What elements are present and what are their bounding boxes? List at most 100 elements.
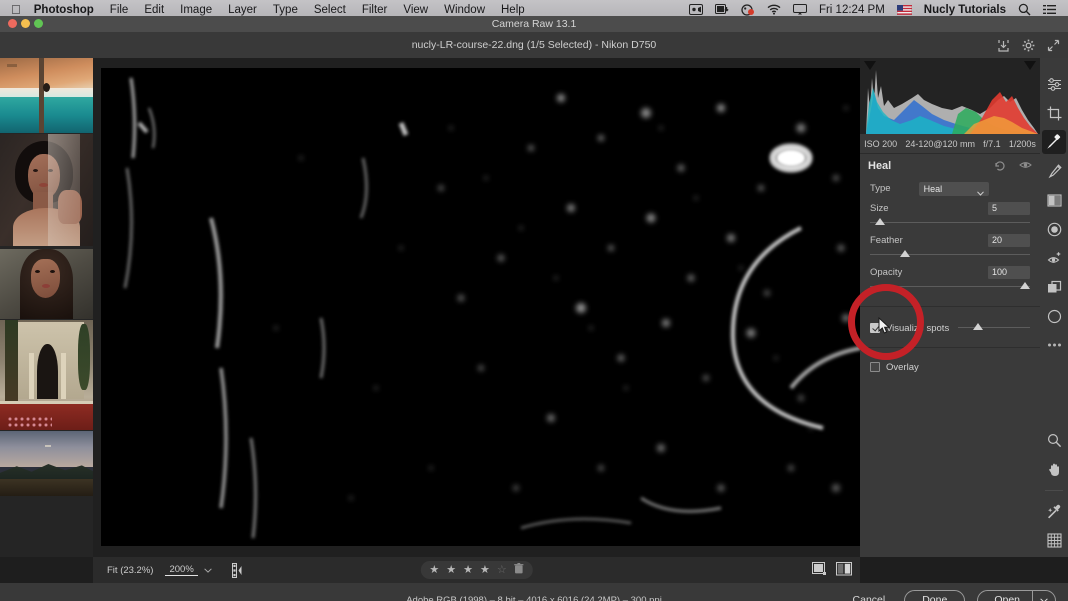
overlay-row: Overlay	[860, 358, 1040, 376]
heal-panel: Heal Type Heal Size 5 Feather 20 Opacity…	[860, 154, 1040, 557]
toggle-visibility-eye-icon[interactable]	[1019, 159, 1032, 174]
rating-stars[interactable]: ★ ★ ★ ★ ☆	[420, 561, 533, 579]
histogram[interactable]	[860, 58, 1040, 134]
control-center-icon[interactable]	[1037, 4, 1062, 15]
view-mode-group	[812, 561, 852, 579]
edit-sliders-tool[interactable]	[1042, 72, 1066, 96]
size-slider[interactable]	[870, 218, 1030, 228]
preferences-gear-icon[interactable]	[1022, 39, 1035, 52]
shadow-clipping-icon[interactable]	[864, 61, 876, 70]
star-2[interactable]: ★	[446, 564, 456, 577]
size-value-field[interactable]: 5	[988, 201, 1030, 215]
grid-overlay-tool[interactable]	[1042, 528, 1066, 552]
close-button[interactable]	[8, 19, 17, 28]
chevron-down-icon[interactable]	[198, 565, 218, 576]
us-flag-icon[interactable]	[891, 4, 918, 15]
thumbnail-classical-building[interactable]	[0, 320, 93, 430]
zoom-level-label[interactable]: 200%	[165, 564, 198, 576]
apple-logo-icon[interactable]: 	[11, 3, 21, 16]
opacity-row: Opacity 100	[860, 262, 1040, 282]
star-3[interactable]: ★	[463, 564, 473, 577]
footer-bar: Adobe RGB (1998) – 8 bit – 4016 x 6016 (…	[0, 583, 1068, 601]
visualize-spots-row: Visualize spots	[860, 319, 1040, 337]
zoom-button[interactable]	[34, 19, 43, 28]
visualize-spots-canvas[interactable]	[101, 68, 860, 546]
filmstrip-icon[interactable]	[231, 562, 246, 578]
image-preview-area[interactable]	[93, 58, 860, 557]
star-1[interactable]: ★	[429, 564, 439, 577]
camera-raw-header: nucly-LR-course-22.dng (1/5 Selected) - …	[0, 32, 1068, 58]
thumbnail-aerial-beach[interactable]	[0, 58, 93, 133]
size-row: Size 5	[860, 198, 1040, 218]
opacity-value-field[interactable]: 100	[988, 265, 1030, 279]
overlay-checkbox[interactable]	[870, 362, 880, 372]
open-button[interactable]: Open	[978, 591, 1032, 601]
exif-shutter: 1/200s	[1008, 138, 1036, 149]
opacity-label: Opacity	[870, 266, 903, 278]
spot-visualization-render	[101, 68, 860, 546]
visualize-spots-checkbox[interactable]	[870, 323, 880, 333]
reset-icon[interactable]	[994, 159, 1006, 174]
zoom-tool[interactable]	[1042, 428, 1066, 452]
feather-slider-knob[interactable]	[900, 250, 911, 257]
color-space-info-link[interactable]: Adobe RGB (1998) – 8 bit – 4016 x 6016 (…	[406, 595, 662, 601]
type-select-wrapper[interactable]: Heal	[905, 179, 989, 197]
window-title: Camera Raw 13.1	[491, 18, 577, 30]
size-slider-knob[interactable]	[874, 218, 885, 225]
visualize-spots-slider-knob[interactable]	[973, 323, 984, 330]
more-options-tool[interactable]	[1042, 333, 1066, 357]
star-5[interactable]: ☆	[497, 564, 507, 577]
snapshots-tool[interactable]	[1042, 304, 1066, 328]
adjustment-brush-tool[interactable]	[1042, 159, 1066, 183]
type-label: Type	[870, 182, 891, 194]
display-transfer-icon[interactable]	[709, 4, 735, 15]
hand-tool[interactable]	[1042, 457, 1066, 481]
red-eye-tool[interactable]	[1042, 246, 1066, 270]
search-icon[interactable]	[1012, 3, 1037, 16]
cancel-button[interactable]: Cancel	[846, 591, 893, 601]
white-balance-eyedropper-tool[interactable]	[1042, 499, 1066, 523]
dropbox-icon[interactable]	[735, 3, 761, 16]
type-select[interactable]: Heal	[918, 182, 989, 196]
thumbnail-dusk-landscape[interactable]	[0, 431, 93, 496]
crop-tool[interactable]	[1042, 101, 1066, 125]
healing-brush-tool[interactable]	[1042, 130, 1066, 154]
thumbnail-portrait-veil[interactable]	[0, 134, 93, 246]
airplay-icon[interactable]	[787, 4, 813, 15]
visualize-spots-threshold-slider[interactable]	[958, 323, 1030, 333]
graduated-filter-tool[interactable]	[1042, 188, 1066, 212]
single-view-icon[interactable]	[812, 561, 827, 579]
exif-lens: 24-120@120 mm	[905, 138, 975, 149]
wifi-icon[interactable]	[761, 4, 787, 15]
save-image-icon[interactable]	[997, 39, 1010, 52]
exif-iso: ISO 200	[864, 138, 898, 149]
filmstrip-panel[interactable]	[0, 58, 93, 557]
presets-tool[interactable]	[1042, 275, 1066, 299]
right-panel: ISO 200 24-120@120 mm f/7.1 1/200s Heal	[860, 58, 1040, 557]
exif-aperture: f/7.1	[983, 138, 1001, 149]
window-traffic-lights	[8, 19, 43, 28]
panel-divider	[860, 306, 1040, 307]
overlay-label: Overlay	[886, 361, 919, 373]
trash-icon[interactable]	[514, 563, 524, 577]
panel-divider-2	[860, 347, 1040, 348]
done-button[interactable]: Done	[904, 589, 966, 601]
radial-filter-tool[interactable]	[1042, 217, 1066, 241]
feather-slider[interactable]	[870, 250, 1030, 260]
minimize-button[interactable]	[21, 19, 30, 28]
window-title-bar: Camera Raw 13.1	[0, 16, 1068, 32]
opacity-slider-knob[interactable]	[1020, 282, 1031, 289]
before-after-split-view-icon[interactable]	[836, 561, 852, 579]
size-label: Size	[870, 202, 889, 214]
opacity-slider[interactable]	[870, 282, 1031, 292]
panel-header: Heal	[860, 154, 1040, 178]
feather-value-field[interactable]: 20	[988, 233, 1030, 247]
chevron-down-icon[interactable]	[1033, 591, 1055, 601]
thumbnail-portrait-woman[interactable]	[0, 249, 93, 319]
fullscreen-icon[interactable]	[1047, 39, 1060, 52]
zoom-fit-label[interactable]: Fit (23.2%)	[101, 565, 159, 576]
screen-record-icon[interactable]	[683, 4, 709, 15]
highlight-clipping-icon[interactable]	[1024, 61, 1036, 70]
star-4[interactable]: ★	[480, 564, 490, 577]
open-button-group[interactable]: Open	[977, 589, 1056, 601]
